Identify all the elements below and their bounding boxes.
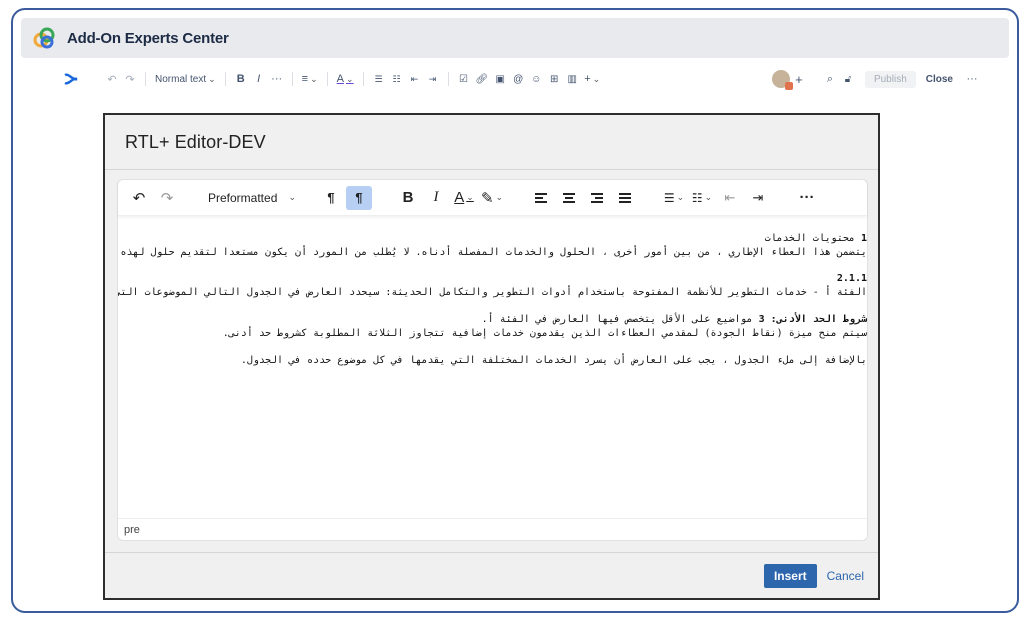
search-icon[interactable]: ⌕ — [821, 69, 839, 89]
section-heading: محتويات الخدمات — [764, 233, 855, 244]
undo-icon[interactable]: ↶ — [103, 69, 121, 89]
more-icon[interactable]: ··· — [794, 186, 820, 210]
publish-button[interactable]: Publish — [864, 70, 916, 88]
table-icon[interactable]: ⊞ — [545, 69, 563, 89]
content-line: 1 محتويات الخدمات — [765, 232, 867, 245]
justify-icon[interactable] — [612, 186, 638, 210]
app-logo-icon — [33, 27, 55, 49]
block-format-select[interactable]: Preformatted ⌄ — [202, 186, 302, 210]
text-style-dropdown[interactable]: Normal text ⌄ — [152, 69, 219, 89]
outdent-icon[interactable]: ⇤ — [717, 186, 743, 210]
content-line: بالإضافة إلى ملء الجدول ، يجب على العارض… — [240, 355, 867, 366]
lock-icon[interactable]: 🔓︎ — [839, 69, 857, 89]
redo-icon[interactable]: ↷ — [121, 69, 139, 89]
app-title: Add-On Experts Center — [67, 29, 229, 47]
cancel-button[interactable]: Cancel — [827, 569, 864, 583]
align-left-icon[interactable] — [528, 186, 554, 210]
task-icon[interactable]: ☑ — [455, 69, 473, 89]
bullet-list-icon[interactable]: ☰ ⌄ — [661, 186, 687, 210]
dialog-footer: Insert Cancel — [105, 552, 878, 598]
indent-icon[interactable]: ⇥ — [745, 186, 771, 210]
numbered-list-icon[interactable]: ☷ — [388, 69, 406, 89]
section-number: 1 — [860, 233, 867, 244]
layout-icon[interactable]: ▥ — [563, 69, 581, 89]
align-right-icon[interactable] — [584, 186, 610, 210]
outdent-icon[interactable]: ⇤ — [406, 69, 424, 89]
undo-icon[interactable]: ↶ — [126, 186, 152, 210]
min-conditions-label: شروط الحد الأدنى: 3 — [758, 314, 867, 325]
app-header: Add-On Experts Center — [21, 18, 1009, 58]
mention-icon[interactable]: @ — [509, 69, 527, 89]
app-frame: Add-On Experts Center ↶ ↷ Normal text ⌄ … — [11, 8, 1019, 613]
avatar[interactable] — [771, 70, 793, 90]
emoji-icon[interactable]: ☺ — [527, 69, 545, 89]
subsection-number: 2.1.1 — [836, 273, 867, 284]
chevron-down-icon: ⌄ — [288, 192, 296, 202]
align-center-icon[interactable] — [556, 186, 582, 210]
block-format-label: Preformatted — [208, 190, 278, 205]
indent-icon[interactable]: ⇥ — [424, 69, 442, 89]
close-button[interactable]: Close — [926, 74, 953, 85]
image-icon[interactable]: ▣ — [491, 69, 509, 89]
insert-button[interactable]: Insert — [763, 563, 817, 588]
min-conditions-text: مواضيع على الأقل يتخصص فيها العارض في ال… — [481, 314, 759, 325]
rtl-direction-icon[interactable]: ¶ — [346, 185, 372, 210]
text-color-icon[interactable]: A ⌄ — [451, 186, 477, 210]
text-style-label: Normal text — [155, 73, 207, 85]
highlight-color-icon[interactable]: ✎ ⌄ — [479, 186, 505, 210]
rich-text-editor: ↶ ↷ Preformatted ⌄ ¶ ¶ B I A ⌄ ✎ ⌄ ☰ ⌄ ☷… — [117, 179, 868, 541]
chevron-down-icon: ⌄ — [208, 73, 216, 84]
more-icon[interactable]: ··· — [963, 69, 981, 89]
content-line: شروط الحد الأدنى: 3 مواضيع على الأقل يتخ… — [482, 313, 867, 326]
bold-icon[interactable]: B — [232, 69, 250, 89]
confluence-logo-icon[interactable] — [61, 69, 81, 89]
dialog-header: RTL+ Editor-DEV — [105, 115, 878, 170]
bold-icon[interactable]: B — [395, 186, 421, 210]
link-icon[interactable]: 🔗︎ — [473, 69, 492, 89]
align-icon[interactable]: ≡ ⌄ — [299, 69, 321, 89]
insert-plus-icon[interactable]: + ⌄ — [581, 69, 603, 89]
redo-icon[interactable]: ↷ — [154, 186, 180, 210]
dialog-title: RTL+ Editor-DEV — [125, 131, 266, 152]
italic-icon[interactable]: I — [250, 69, 268, 89]
italic-icon[interactable]: I — [423, 186, 449, 210]
ltr-direction-icon[interactable]: ¶ — [318, 186, 344, 210]
content-line: سيتم منح ميزة (نقاط الجودة) لمقدمي العطا… — [222, 328, 867, 339]
text-color-icon[interactable]: A ⌄ — [334, 69, 357, 89]
content-line: الفئة أ - خدمات التطوير للأنظمة المفتوحة… — [118, 287, 867, 298]
more-formatting-icon[interactable]: ··· — [268, 69, 286, 89]
content-line: يتضمن هذا العطاء الإطاري ، من بين أمور أ… — [118, 247, 867, 258]
numbered-list-icon[interactable]: ☷ ⌄ — [689, 186, 715, 210]
rtl-editor-dialog: RTL+ Editor-DEV ↶ ↷ Preformatted ⌄ ¶ ¶ B… — [103, 113, 880, 600]
editor-toolbar: ↶ ↷ Preformatted ⌄ ¶ ¶ B I A ⌄ ✎ ⌄ ☰ ⌄ ☷… — [118, 180, 867, 216]
confluence-toolbar: ↶ ↷ Normal text ⌄ B I ··· ≡ ⌄ A ⌄ ☰ ☷ ⇤ ⇥ … — [61, 68, 981, 90]
bullet-list-icon[interactable]: ☰ — [370, 69, 388, 89]
editor-content[interactable]: 1 محتويات الخدمات يتضمن هذا العطاء الإطا… — [118, 220, 867, 516]
element-path-status: pre — [118, 518, 867, 540]
